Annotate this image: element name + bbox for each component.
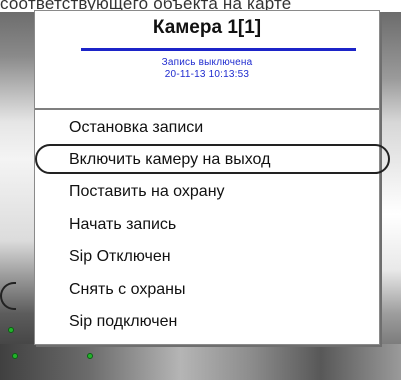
map-indicator-dot	[8, 327, 14, 333]
map-background-bottom	[0, 344, 401, 380]
menu-item-enable-camera-output[interactable]: Включить камеру на выход	[69, 147, 270, 173]
menu-item-disarm[interactable]: Снять с охраны	[69, 277, 185, 303]
map-background-right	[380, 12, 401, 380]
menu-item-sip-connected[interactable]: Sip подключен	[69, 309, 177, 335]
menu-item-stop-recording[interactable]: Остановка записи	[69, 115, 203, 141]
menu-header: Камера 1[1] Запись выключена 20-11-13 10…	[35, 11, 379, 109]
recording-timestamp-text: 20-11-13 10:13:53	[164, 69, 250, 80]
map-indicator-dot	[87, 353, 93, 359]
camera-context-menu: Камера 1[1] Запись выключена 20-11-13 10…	[34, 10, 390, 345]
menu-divider	[35, 108, 379, 110]
camera-title: Камера 1[1]	[152, 17, 262, 38]
menu-item-arm[interactable]: Поставить на охрану	[69, 179, 225, 205]
menu-item-start-recording[interactable]: Начать запись	[69, 212, 176, 238]
recording-status-text: Запись выключена	[161, 57, 253, 68]
map-indicator-dot	[12, 353, 18, 359]
menu-item-sip-disconnected[interactable]: Sip Отключен	[69, 244, 171, 270]
title-underline	[81, 48, 356, 51]
map-background-left	[0, 12, 34, 380]
background-caption-text: соответствующего объекта на карте	[0, 0, 292, 10]
